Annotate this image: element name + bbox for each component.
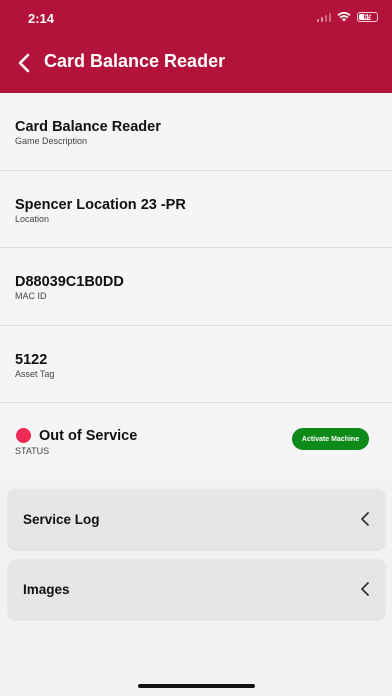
status-time: 2:14 (28, 11, 55, 26)
section-label: Service Log (23, 512, 100, 527)
section-label: Images (23, 582, 70, 597)
status-icons: 65 (316, 12, 378, 22)
battery-level: 65 (363, 13, 372, 21)
app-header: 2:14 65 Card Balance Reader (0, 0, 392, 93)
battery-icon: 65 (357, 12, 378, 22)
back-button[interactable] (12, 49, 36, 77)
detail-label: Asset Tag (15, 368, 55, 379)
status-dot-icon (16, 428, 31, 443)
status-bar: 2:14 65 (0, 0, 392, 38)
detail-value: Spencer Location 23 -PR (15, 196, 186, 213)
nav-bar: Card Balance Reader (0, 45, 392, 81)
machine-details: Card Balance Reader Game Description Spe… (0, 93, 392, 481)
detail-label: MAC ID (15, 291, 47, 301)
detail-value: D88039C1B0DD (15, 274, 124, 290)
detail-location: Spencer Location 23 -PR Location (0, 171, 392, 248)
status-value: Out of Service (39, 428, 138, 444)
images-section[interactable]: Images (8, 559, 385, 619)
detail-label: Location (15, 213, 50, 224)
chevron-left-icon (18, 53, 30, 73)
chevron-left-icon (361, 582, 369, 596)
detail-value: 5122 (15, 351, 48, 368)
service-log-section[interactable]: Service Log (8, 489, 385, 549)
status-label: STATUS (15, 446, 50, 456)
home-indicator[interactable] (138, 684, 255, 688)
activate-machine-button[interactable]: Activate Machine (292, 428, 369, 450)
detail-mac-id: D88039C1B0DD MAC ID (0, 248, 392, 326)
wifi-icon (337, 12, 351, 22)
detail-asset-tag: 5122 Asset Tag (0, 326, 392, 403)
chevron-left-icon (361, 512, 369, 526)
cellular-signal-icon (316, 12, 331, 22)
detail-status: Out of Service STATUS Activate Machine (0, 403, 392, 481)
detail-game-description: Card Balance Reader Game Description (0, 93, 392, 171)
detail-label: Game Description (15, 136, 88, 146)
detail-value: Card Balance Reader (15, 119, 161, 135)
page-title: Card Balance Reader (44, 51, 226, 71)
